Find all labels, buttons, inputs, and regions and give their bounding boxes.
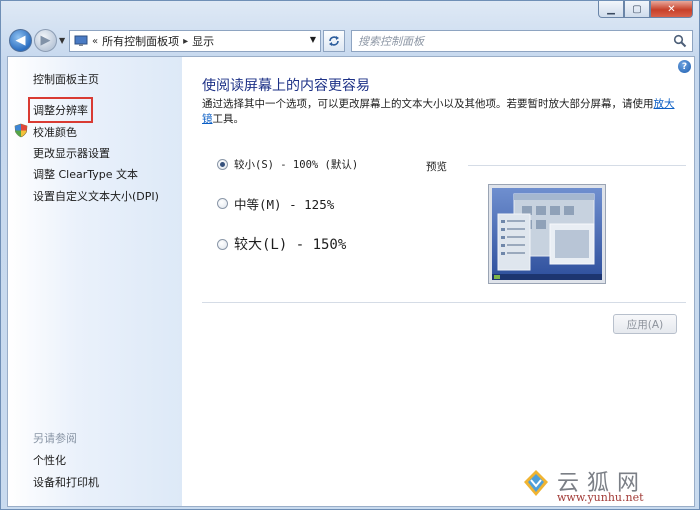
caption-buttons: ▁ ▢ ✕ <box>598 1 693 18</box>
watermark: 云狐网 www.yunhu.net <box>521 465 691 505</box>
search-placeholder: 搜索控制面板 <box>358 35 424 48</box>
search-input[interactable]: 搜索控制面板 <box>351 30 693 52</box>
breadcrumb-all-items[interactable]: 所有控制面板项 <box>102 33 179 49</box>
preview-label: 预览 <box>426 161 447 173</box>
maximize-icon[interactable]: ▢ <box>624 1 650 18</box>
sidebar-item-calibrate-color[interactable]: 校准颜色 <box>33 124 77 140</box>
window-frame: ▁ ▢ ✕ ◀ ▶ ▼ « 所有控制面板项 ▸ 显示 ▼ 搜索控制面板 控制面板… <box>0 0 700 510</box>
option-smaller[interactable]: 较小(S) - 100% (默认) <box>217 157 358 172</box>
page-title: 使阅读屏幕上的内容更容易 <box>202 78 370 94</box>
desktop-preview-icon <box>492 188 602 280</box>
control-panel-icon <box>74 35 88 46</box>
sidebar-item-adjust-resolution[interactable]: 调整分辨率 <box>28 97 93 123</box>
radio-smaller[interactable] <box>217 159 228 170</box>
address-dropdown-icon[interactable]: ▼ <box>310 35 316 44</box>
overflow-chevron[interactable]: « <box>92 36 98 47</box>
main-panel: ? 使阅读屏幕上的内容更容易 通过选择其中一个选项，可以更改屏幕上的文本大小以及… <box>182 57 694 506</box>
shield-icon <box>14 123 28 138</box>
help-icon[interactable]: ? <box>678 60 691 73</box>
sidebar-item-change-display-settings[interactable]: 更改显示器设置 <box>33 145 110 161</box>
breadcrumb-display[interactable]: 显示 <box>192 33 214 49</box>
sidebar-item-personalization[interactable]: 个性化 <box>33 452 66 468</box>
address-bar[interactable]: « 所有控制面板项 ▸ 显示 ▼ <box>69 30 321 52</box>
option-smaller-label[interactable]: 较小(S) - 100% (默认) <box>234 157 358 172</box>
refresh-button[interactable] <box>323 30 345 52</box>
apply-button[interactable]: 应用(A) <box>613 314 677 334</box>
minimize-icon[interactable]: ▁ <box>598 1 624 18</box>
page-description: 通过选择其中一个选项，可以更改屏幕上的文本大小以及其他项。若要暂时放大部分屏幕，… <box>202 97 682 127</box>
client-area: 控制面板主页 调整分辨率 校准颜色 更改显示器设置 调整 ClearType 文… <box>7 56 695 507</box>
radio-larger[interactable] <box>217 238 228 250</box>
navigation-bar: ◀ ▶ ▼ « 所有控制面板项 ▸ 显示 ▼ 搜索控制面板 <box>7 25 693 55</box>
see-also-heading: 另请参阅 <box>33 432 77 445</box>
content-separator <box>202 302 686 303</box>
sidebar-item-devices-and-printers[interactable]: 设备和打印机 <box>33 474 99 490</box>
watermark-logo-icon <box>524 470 548 496</box>
sidebar: 控制面板主页 调整分辨率 校准颜色 更改显示器设置 调整 ClearType 文… <box>8 57 182 506</box>
breadcrumb-separator-icon[interactable]: ▸ <box>183 36 188 47</box>
forward-button[interactable]: ▶ <box>34 29 57 52</box>
radio-medium[interactable] <box>217 198 228 209</box>
sidebar-item-adjust-cleartype[interactable]: 调整 ClearType 文本 <box>33 166 138 182</box>
option-medium-label[interactable]: 中等(M) - 125% <box>234 194 334 213</box>
option-larger-label[interactable]: 较大(L) - 150% <box>234 234 346 254</box>
close-icon[interactable]: ✕ <box>650 1 693 18</box>
refresh-icon <box>329 36 339 46</box>
option-medium[interactable]: 中等(M) - 125% <box>217 194 334 213</box>
preview-image <box>488 184 606 284</box>
watermark-url: www.yunhu.net <box>557 491 644 504</box>
option-larger[interactable]: 较大(L) - 150% <box>217 234 346 254</box>
sidebar-item-control-panel-home[interactable]: 控制面板主页 <box>33 71 99 87</box>
sidebar-item-set-custom-dpi[interactable]: 设置自定义文本大小(DPI) <box>33 188 159 204</box>
description-text: 通过选择其中一个选项，可以更改屏幕上的文本大小以及其他项。若要暂时放大部分屏幕，… <box>202 98 654 110</box>
recent-pages-dropdown-icon[interactable]: ▼ <box>59 36 65 45</box>
preview-divider <box>468 165 686 166</box>
description-tail: 工具。 <box>212 113 245 125</box>
search-icon[interactable] <box>673 34 687 48</box>
back-button[interactable]: ◀ <box>9 29 32 52</box>
